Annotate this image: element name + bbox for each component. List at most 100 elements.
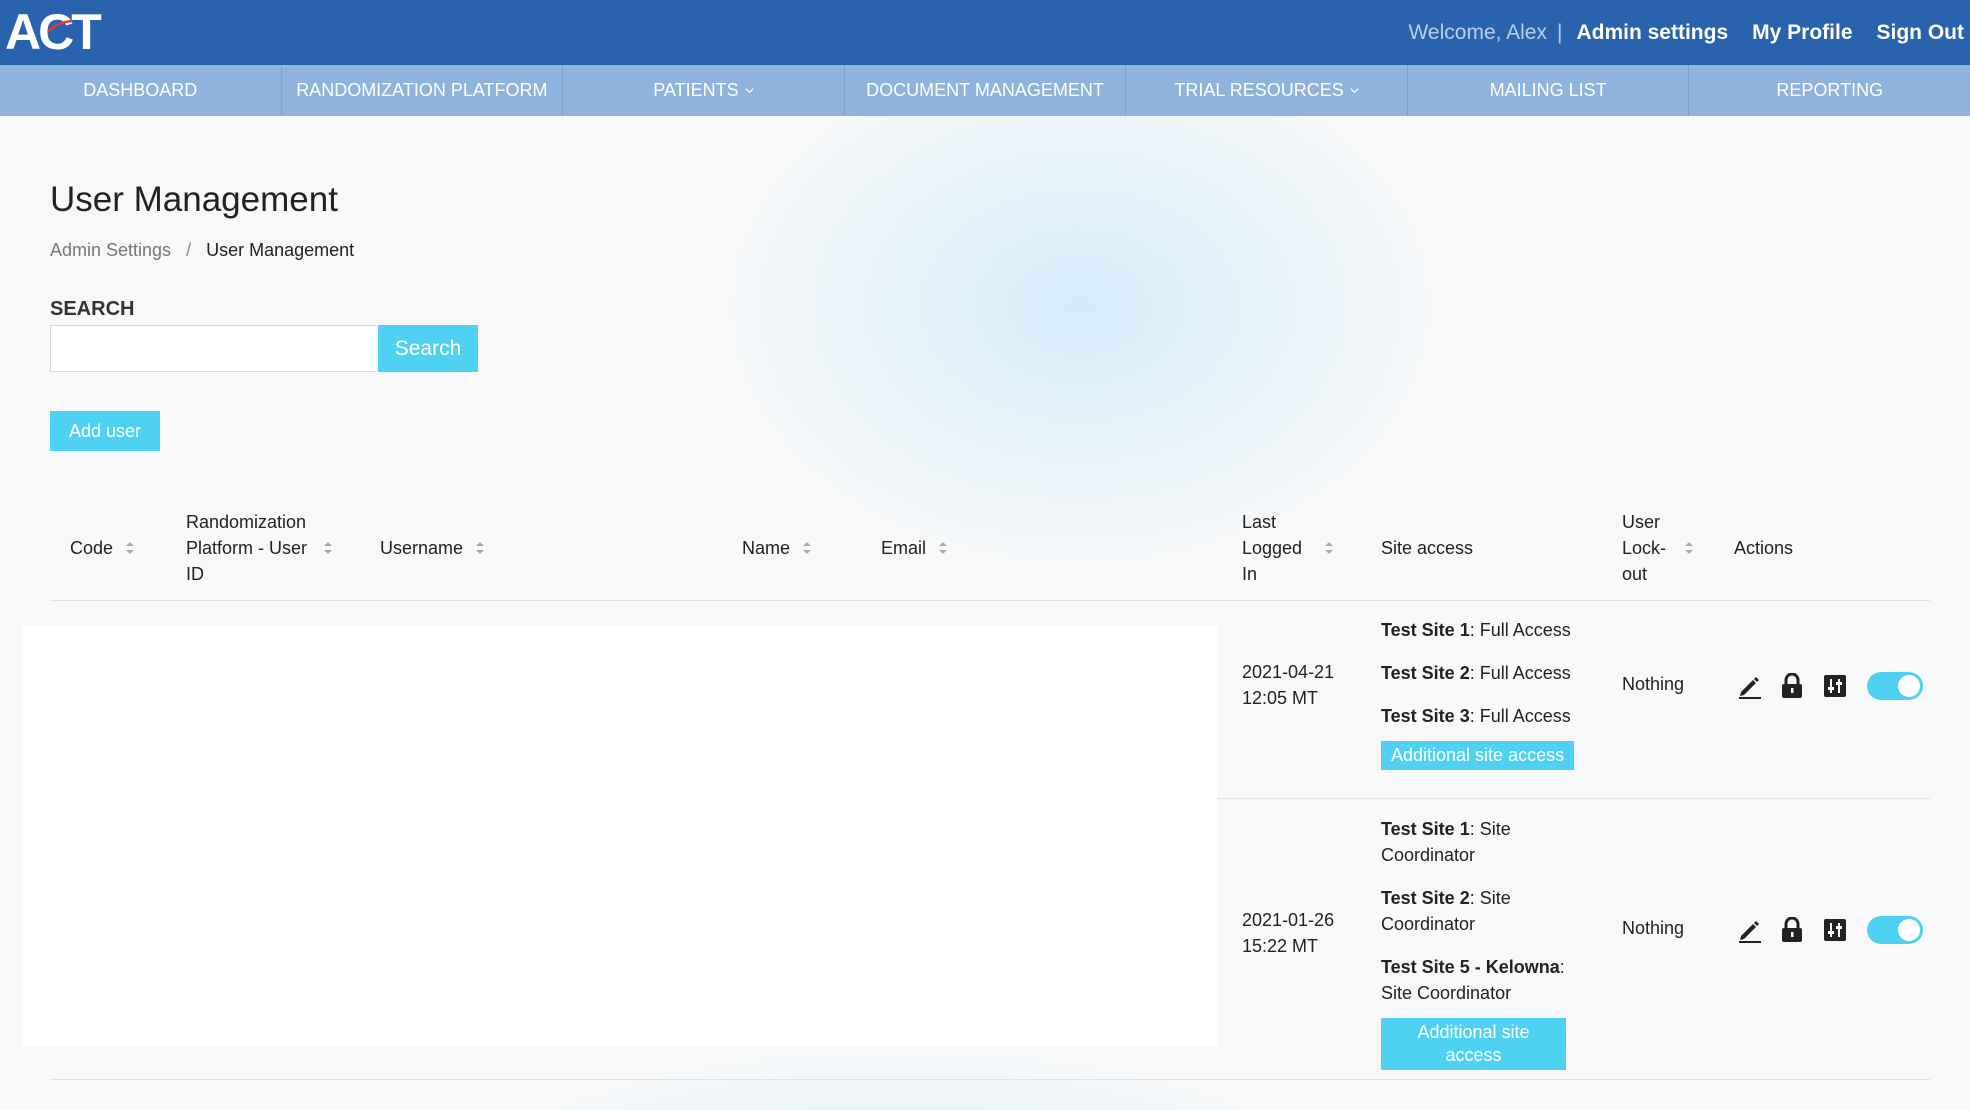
add-user-button[interactable]: Add user — [50, 411, 160, 451]
col-randomization-user-id[interactable]: Randomization Platform - User ID — [186, 496, 346, 600]
page-title: User Management — [50, 180, 338, 219]
settings-sliders-icon[interactable] — [1820, 915, 1850, 945]
sort-icon — [476, 542, 485, 554]
login-date: 2021-04-21 — [1242, 662, 1335, 682]
site-access-entry: Test Site 2: Site Coordinator — [1381, 888, 1511, 934]
act-logo[interactable]: ACT — [5, 6, 102, 58]
site-role: Full Access — [1479, 706, 1571, 726]
search-input[interactable] — [50, 325, 376, 372]
sort-icon — [324, 542, 332, 554]
site-role: Full Access — [1479, 663, 1571, 683]
col-label: Name — [742, 538, 791, 558]
sort-icon — [1685, 542, 1693, 554]
nav-mailing-list[interactable]: MAILING LIST — [1408, 65, 1690, 116]
lockout-cell: Nothing — [1622, 918, 1685, 938]
search-label: SEARCH — [50, 298, 135, 320]
col-label: Code — [70, 538, 114, 558]
active-toggle[interactable] — [1867, 916, 1923, 944]
nav-label: TRIAL RESOURCES — [1174, 80, 1344, 100]
sort-icon — [126, 542, 135, 554]
nav-label: PATIENTS — [653, 80, 739, 100]
last-logged-in-cell: 2021-04-21 12:05 MT — [1242, 659, 1334, 711]
site-name: Test Site 2 — [1381, 663, 1470, 683]
sort-icon — [803, 542, 812, 554]
login-time: 12:05 MT — [1242, 688, 1319, 708]
nav-dashboard[interactable]: DASHBOARD — [0, 65, 282, 116]
top-header: ACT Welcome, Alex | Admin settings My Pr… — [0, 0, 1970, 65]
col-label: Actions — [1734, 538, 1794, 558]
site-role: Site Coordinator — [1381, 983, 1512, 1003]
login-time: 15:22 MT — [1242, 936, 1319, 956]
my-profile-link[interactable]: My Profile — [1752, 21, 1852, 45]
active-toggle[interactable] — [1867, 672, 1923, 700]
col-label: Site access — [1381, 538, 1474, 558]
col-user-lockout[interactable]: User Lock-out — [1622, 496, 1712, 600]
nav-label: MAILING LIST — [1489, 80, 1607, 100]
breadcrumb: Admin Settings / User Management — [50, 240, 354, 261]
nav-document-management[interactable]: DOCUMENT MANAGEMENT — [845, 65, 1127, 116]
col-label: Username — [380, 538, 464, 558]
col-label: Randomization Platform - User ID — [186, 512, 308, 584]
site-name: Test Site 5 - Kelowna — [1381, 957, 1560, 977]
nav-label: DASHBOARD — [83, 80, 198, 100]
col-label: User Lock-out — [1622, 512, 1667, 584]
site-name: Test Site 1 — [1381, 819, 1470, 839]
actions-cell — [1734, 671, 1923, 701]
col-label: Last Logged In — [1242, 512, 1303, 584]
logo-swoosh-icon — [47, 20, 73, 33]
site-name: Test Site 1 — [1381, 620, 1470, 640]
col-name[interactable]: Name — [742, 496, 842, 600]
chevron-down-icon — [745, 88, 754, 94]
breadcrumb-admin-settings[interactable]: Admin Settings — [50, 240, 171, 260]
edit-icon[interactable] — [1734, 915, 1764, 945]
welcome-text: Welcome, Alex — [1408, 20, 1547, 44]
breadcrumb-separator: / — [186, 240, 192, 260]
search-button[interactable]: Search — [378, 325, 478, 372]
breadcrumb-current: User Management — [206, 240, 355, 260]
lock-icon[interactable] — [1777, 671, 1807, 701]
site-access-cell: Test Site 1: Full Access Test Site 2: Fu… — [1381, 617, 1581, 770]
col-actions: Actions — [1734, 496, 1834, 600]
settings-sliders-icon[interactable] — [1820, 671, 1850, 701]
site-access-entry: Test Site 1: Full Access — [1381, 620, 1571, 640]
additional-site-access-button[interactable]: Additional site access — [1381, 741, 1575, 770]
nav-randomization-platform[interactable]: RANDOMIZATION PLATFORM — [282, 65, 564, 116]
site-access-entry: Test Site 3: Full Access — [1381, 706, 1571, 726]
col-email[interactable]: Email — [881, 496, 981, 600]
actions-cell — [1734, 915, 1923, 945]
site-access-cell: Test Site 1: Site Coordinator Test Site … — [1381, 816, 1566, 1070]
edit-icon[interactable] — [1734, 671, 1764, 701]
lockout-cell: Nothing — [1622, 674, 1685, 694]
sort-icon — [1325, 542, 1333, 554]
toggle-knob — [1898, 919, 1920, 941]
last-logged-in-cell: 2021-01-26 15:22 MT — [1242, 907, 1334, 959]
col-label: Email — [881, 538, 927, 558]
user-menu: Welcome, Alex | Admin settings My Profil… — [1408, 0, 1964, 65]
nav-patients[interactable]: PATIENTS — [563, 65, 845, 116]
site-access-entry: Test Site 5 - Kelowna: Site Coordinator — [1381, 957, 1565, 1003]
nav-reporting[interactable]: REPORTING — [1689, 65, 1970, 116]
additional-site-access-button[interactable]: Additional site access — [1381, 1018, 1566, 1070]
site-access-entry: Test Site 1: Site Coordinator — [1381, 819, 1511, 865]
sort-icon — [939, 542, 948, 554]
site-role: Full Access — [1479, 620, 1571, 640]
chevron-down-icon — [1350, 88, 1359, 94]
lock-icon[interactable] — [1777, 915, 1807, 945]
col-last-logged-in[interactable]: Last Logged In — [1242, 496, 1352, 600]
site-name: Test Site 3 — [1381, 706, 1470, 726]
site-name: Test Site 2 — [1381, 888, 1470, 908]
col-username[interactable]: Username — [380, 496, 520, 600]
nav-label: REPORTING — [1776, 80, 1884, 100]
sign-out-link[interactable]: Sign Out — [1877, 21, 1965, 45]
header-separator: | — [1556, 20, 1563, 44]
table-header: Code Randomization Platform - User ID Us… — [50, 496, 1930, 601]
toggle-knob — [1898, 675, 1920, 697]
nav-label: DOCUMENT MANAGEMENT — [866, 80, 1104, 100]
admin-settings-link[interactable]: Admin settings — [1576, 21, 1728, 45]
nav-label: RANDOMIZATION PLATFORM — [296, 80, 548, 100]
col-site-access: Site access — [1381, 496, 1541, 600]
nav-trial-resources[interactable]: TRIAL RESOURCES — [1126, 65, 1408, 116]
main-nav: DASHBOARD RANDOMIZATION PLATFORM PATIENT… — [0, 65, 1970, 116]
site-access-entry: Test Site 2: Full Access — [1381, 663, 1571, 683]
col-code[interactable]: Code — [70, 496, 150, 600]
